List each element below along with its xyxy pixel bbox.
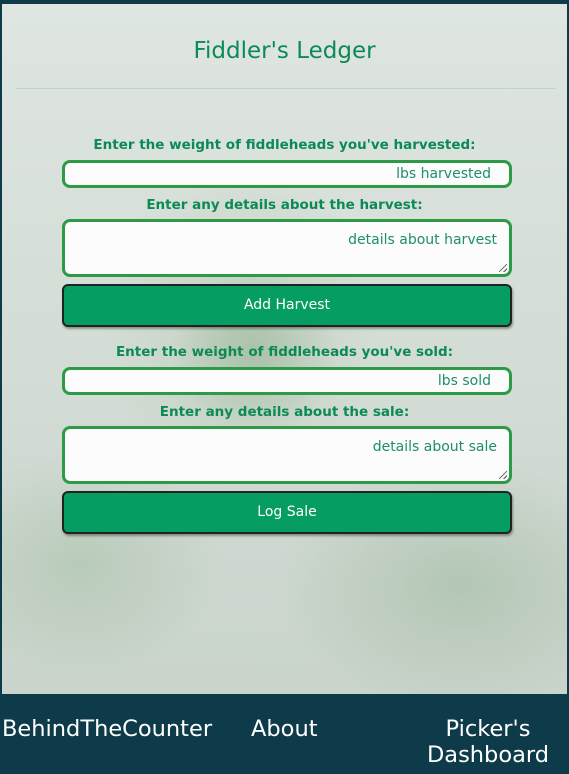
resize-handle-icon[interactable] bbox=[499, 264, 507, 272]
page-title: Fiddler's Ledger bbox=[193, 38, 376, 64]
resize-handle-icon[interactable] bbox=[499, 471, 507, 479]
harvest-weight-input[interactable]: lbs harvested bbox=[62, 160, 512, 188]
sale-details-placeholder: details about sale bbox=[372, 439, 497, 455]
sale-weight-placeholder: lbs sold bbox=[437, 373, 491, 389]
sale-details-label: Enter any details about the sale: bbox=[159, 404, 410, 420]
add-harvest-button[interactable]: Add Harvest bbox=[62, 284, 512, 327]
log-sale-button[interactable]: Log Sale bbox=[62, 491, 512, 534]
harvest-details-label: Enter any details about the harvest: bbox=[146, 197, 423, 213]
top-bar bbox=[0, 0, 569, 4]
nav-about[interactable]: About bbox=[251, 716, 318, 742]
sale-weight-label: Enter the weight of fiddleheads you've s… bbox=[115, 344, 454, 360]
sale-details-textarea[interactable]: details about sale bbox=[62, 426, 512, 484]
harvest-weight-placeholder: lbs harvested bbox=[396, 166, 491, 182]
footer-nav: BehindTheCounter About Picker's Dashboar… bbox=[0, 694, 569, 774]
nav-pickers-dashboard[interactable]: Picker's Dashboard bbox=[423, 716, 553, 768]
harvest-weight-label: Enter the weight of fiddleheads you've h… bbox=[93, 137, 476, 153]
sale-weight-input[interactable]: lbs sold bbox=[62, 367, 512, 395]
nav-behind-the-counter[interactable]: BehindTheCounter bbox=[2, 716, 212, 742]
harvest-details-textarea[interactable]: details about harvest bbox=[62, 219, 512, 277]
title-divider bbox=[16, 88, 556, 89]
harvest-details-placeholder: details about harvest bbox=[348, 232, 497, 248]
